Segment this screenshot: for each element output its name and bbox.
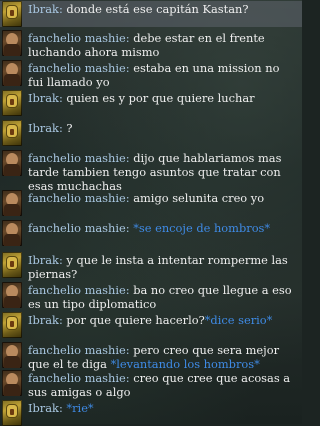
message-body: por que quiere hacerlo?: [66, 313, 205, 327]
speaker-separator: :: [58, 121, 63, 135]
fanchelio-portrait[interactable]: [2, 220, 22, 246]
chat-message: Ibrak: y que le insta a intentar romperm…: [0, 252, 302, 281]
chat-message: fanchelio mashie: amigo selunita creo yo: [0, 190, 302, 216]
speaker-name[interactable]: fanchelio mashie: [28, 191, 126, 205]
speaker-separator: :: [125, 151, 130, 165]
message-text: Ibrak: por que quiere hacerlo?*dice seri…: [28, 312, 302, 327]
speaker-name[interactable]: Ibrak: [28, 91, 59, 105]
emote-text: *se encoje de hombros*: [133, 221, 271, 235]
emote-text: *dice serio*: [204, 313, 273, 327]
speaker-separator: :: [125, 343, 130, 357]
fanchelio-portrait[interactable]: [2, 150, 22, 176]
speaker-separator: :: [58, 401, 63, 415]
chat-message: fanchelio mashie: estaba en una mission …: [0, 60, 302, 89]
speaker-name[interactable]: Ibrak: [28, 401, 59, 415]
message-text: fanchelio mashie: debe estar en el frent…: [28, 30, 302, 59]
message-text: Ibrak: *rie*: [28, 400, 302, 415]
chat-message: fanchelio mashie: *se encoje de hombros*: [0, 220, 302, 246]
message-text: Ibrak: donde está ese capitán Kastan?: [28, 1, 302, 16]
message-body: ?: [66, 121, 73, 135]
chat-message: Ibrak: *rie*: [0, 400, 302, 426]
ibrak-portrait[interactable]: [2, 400, 22, 426]
speaker-separator: :: [125, 191, 130, 205]
ibrak-portrait[interactable]: [2, 1, 22, 27]
speaker-name[interactable]: Ibrak: [28, 313, 59, 327]
message-text: fanchelio mashie: amigo selunita creo yo: [28, 190, 302, 205]
speaker-name[interactable]: Ibrak: [28, 2, 59, 16]
speaker-separator: :: [125, 61, 130, 75]
message-text: fanchelio mashie: creo que cree que acos…: [28, 370, 302, 399]
fanchelio-portrait[interactable]: [2, 282, 22, 308]
speaker-name[interactable]: fanchelio mashie: [28, 31, 126, 45]
message-text: Ibrak: ?: [28, 120, 302, 135]
message-body: amigo selunita creo yo: [133, 191, 265, 205]
speaker-separator: :: [125, 221, 130, 235]
chat-message: fanchelio mashie: dijo que hablariamos m…: [0, 150, 302, 193]
fanchelio-portrait[interactable]: [2, 60, 22, 86]
fanchelio-portrait[interactable]: [2, 190, 22, 216]
ibrak-portrait[interactable]: [2, 312, 22, 338]
speaker-name[interactable]: fanchelio mashie: [28, 343, 126, 357]
message-body: y que le insta a intentar romperme las p…: [28, 253, 288, 281]
chat-message: Ibrak: por que quiere hacerlo?*dice seri…: [0, 312, 302, 338]
speaker-separator: :: [125, 283, 130, 297]
speaker-name[interactable]: fanchelio mashie: [28, 371, 126, 385]
speaker-name[interactable]: Ibrak: [28, 121, 59, 135]
speaker-name[interactable]: fanchelio mashie: [28, 151, 126, 165]
chat-message: fanchelio mashie: debe estar en el frent…: [0, 30, 302, 59]
fanchelio-portrait[interactable]: [2, 342, 22, 368]
ibrak-portrait[interactable]: [2, 120, 22, 146]
message-text: Ibrak: y que le insta a intentar romperm…: [28, 252, 302, 281]
speaker-separator: :: [58, 91, 63, 105]
speaker-separator: :: [125, 31, 130, 45]
speaker-separator: :: [58, 253, 63, 267]
chat-message: Ibrak: donde está ese capitán Kastan?: [0, 1, 302, 27]
message-text: fanchelio mashie: pero creo que sera mej…: [28, 342, 302, 371]
message-text: fanchelio mashie: *se encoje de hombros*: [28, 220, 302, 235]
chat-message: fanchelio mashie: creo que cree que acos…: [0, 370, 302, 399]
chat-log[interactable]: Ibrak: donde está ese capitán Kastan? fan…: [0, 0, 302, 426]
message-text: fanchelio mashie: ba no creo que llegue …: [28, 282, 302, 311]
message-text: fanchelio mashie: dijo que hablariamos m…: [28, 150, 302, 193]
message-body: donde está ese capitán Kastan?: [66, 2, 249, 16]
fanchelio-portrait[interactable]: [2, 370, 22, 396]
message-body: quien es y por que quiere luchar: [66, 91, 255, 105]
chat-message: Ibrak: quien es y por que quiere luchar: [0, 90, 302, 116]
speaker-name[interactable]: fanchelio mashie: [28, 61, 126, 75]
emote-text: *rie*: [66, 401, 94, 415]
chat-message: fanchelio mashie: pero creo que sera mej…: [0, 342, 302, 371]
message-text: Ibrak: quien es y por que quiere luchar: [28, 90, 302, 105]
speaker-separator: :: [58, 313, 63, 327]
ibrak-portrait[interactable]: [2, 90, 22, 116]
speaker-name[interactable]: Ibrak: [28, 253, 59, 267]
fanchelio-portrait[interactable]: [2, 30, 22, 56]
message-text: fanchelio mashie: estaba en una mission …: [28, 60, 302, 89]
chat-message: fanchelio mashie: ba no creo que llegue …: [0, 282, 302, 311]
speaker-separator: :: [58, 2, 63, 16]
speaker-name[interactable]: fanchelio mashie: [28, 283, 126, 297]
ibrak-portrait[interactable]: [2, 252, 22, 278]
chat-message: Ibrak: ?: [0, 120, 302, 146]
emote-text: *levantando los hombros*: [110, 357, 260, 371]
speaker-separator: :: [125, 371, 130, 385]
speaker-name[interactable]: fanchelio mashie: [28, 221, 126, 235]
